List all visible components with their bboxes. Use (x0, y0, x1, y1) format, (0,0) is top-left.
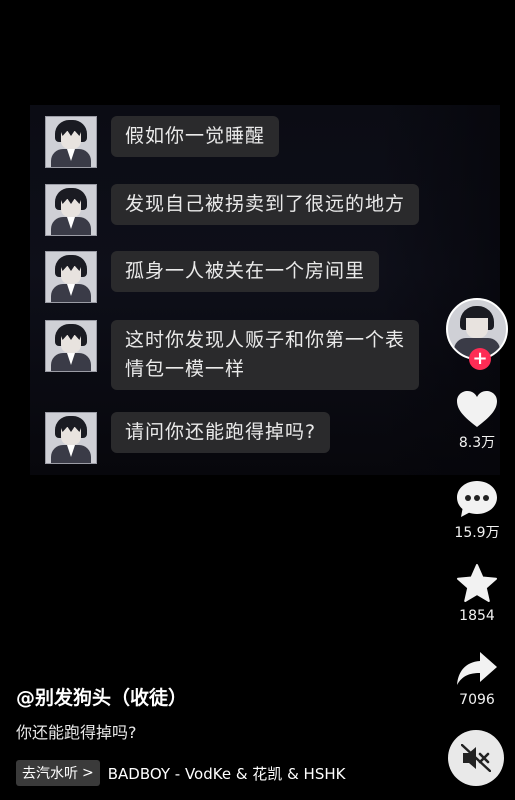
chat-bubble: 这时你发现人贩子和你第一个表 情包一模一样 (111, 320, 420, 390)
mute-icon (461, 744, 491, 772)
comment-button[interactable]: 15.9万 (447, 480, 507, 542)
like-count: 8.3万 (458, 435, 496, 451)
chat-message: 发现自己被拐卖到了很远的地方 (45, 184, 420, 236)
share-button[interactable]: 7096 (447, 650, 507, 708)
chat-bubble: 假如你一觉睡醒 (111, 116, 280, 157)
avatar (45, 320, 97, 372)
chat-message: 孤身一人被关在一个房间里 (45, 251, 380, 303)
comment-count: 15.9万 (454, 525, 500, 541)
follow-button[interactable]: + (469, 348, 491, 370)
qishui-label: 去汽水听 (22, 766, 78, 782)
chat-message: 假如你一觉睡醒 (45, 116, 280, 168)
avatar (45, 412, 97, 464)
comment-icon (457, 481, 497, 517)
favorite-button[interactable]: 1854 (447, 564, 507, 624)
heart-icon (457, 391, 497, 427)
favorite-count: 1854 (459, 608, 495, 624)
chat-message: 请问你还能跑得掉吗? (45, 412, 331, 464)
avatar (45, 184, 97, 236)
chat-bubble: 发现自己被拐卖到了很远的地方 (111, 184, 420, 225)
chat-bubble: 孤身一人被关在一个房间里 (111, 251, 380, 292)
star-icon (457, 564, 497, 602)
action-sidebar: + 8.3万 15.9万 1854 7096 (446, 298, 508, 708)
avatar (45, 251, 97, 303)
chat-message: 这时你发现人贩子和你第一个表 情包一模一样 (45, 320, 420, 390)
listen-on-qishui-button[interactable]: 去汽水听 > (16, 760, 100, 786)
chat-bubble: 请问你还能跑得掉吗? (111, 412, 331, 453)
video-caption: 你还能跑得掉吗? (16, 723, 137, 742)
author-name[interactable]: @别发狗头（收徒） (16, 683, 187, 710)
like-button[interactable]: 8.3万 (447, 390, 507, 452)
mute-button[interactable] (448, 730, 504, 786)
share-count: 7096 (459, 692, 495, 708)
share-icon (457, 652, 497, 685)
song-title: BADBOY - VodKe & 花凯 & HSHK (107, 764, 346, 783)
chevron-right-icon: > (82, 765, 94, 781)
avatar (45, 116, 97, 168)
music-bar[interactable]: 去汽水听 > BADBOY - VodKe & 花凯 & HSHK (16, 760, 345, 786)
